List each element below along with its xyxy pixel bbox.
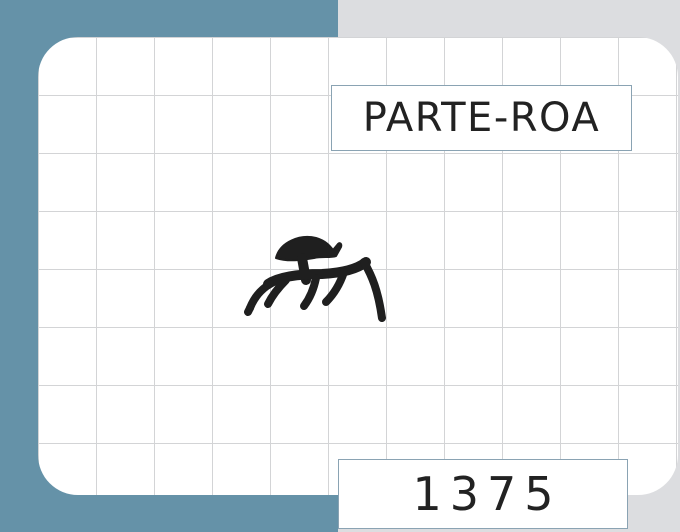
number-label: 1375 (338, 459, 628, 529)
place-name-label: PARTE-ROA (331, 85, 632, 151)
petroglyph-animal-icon (244, 236, 386, 322)
place-name-text: PARTE-ROA (362, 95, 601, 141)
number-text: 1375 (412, 467, 562, 521)
